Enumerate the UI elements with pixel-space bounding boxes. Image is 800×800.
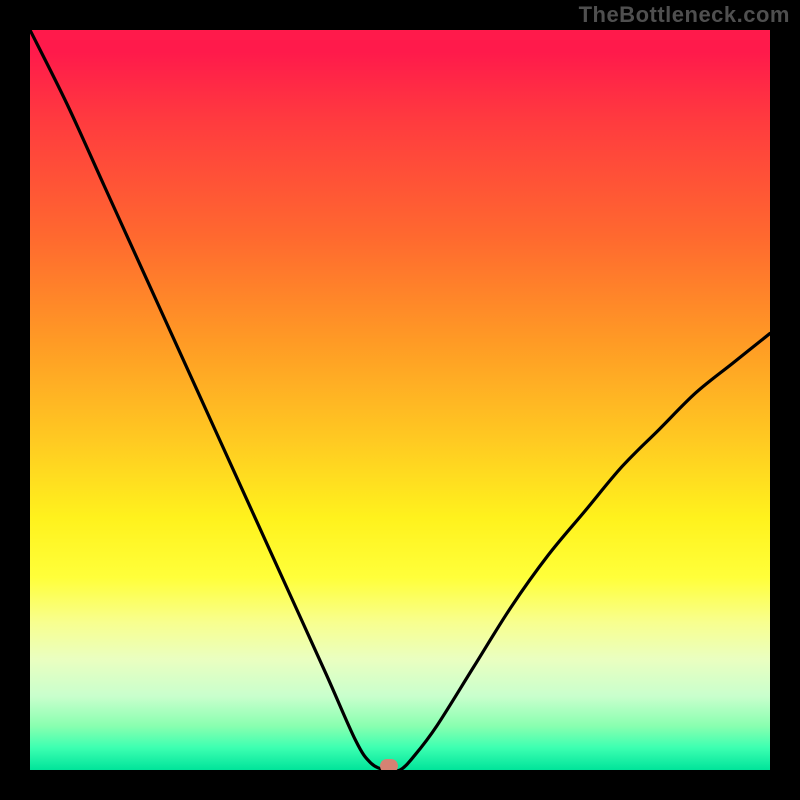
chart-frame: TheBottleneck.com: [0, 0, 800, 800]
curve-path: [30, 30, 770, 770]
bottleneck-curve: [30, 30, 770, 770]
plot-area: [30, 30, 770, 770]
optimal-point-marker: [380, 759, 398, 770]
watermark-text: TheBottleneck.com: [579, 2, 790, 28]
